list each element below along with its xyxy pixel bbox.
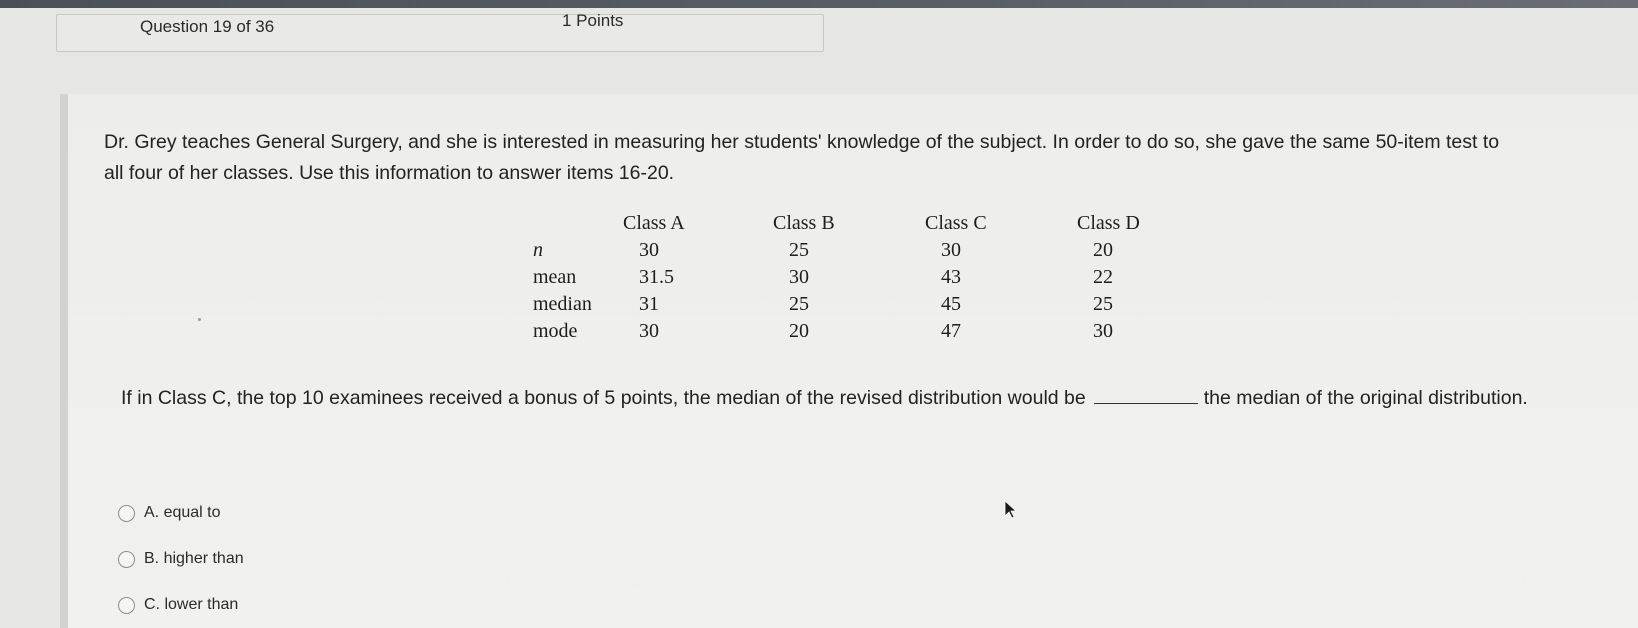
- choice-a[interactable]: A. equal to: [118, 490, 244, 536]
- cell-mean-class-b: 30: [789, 266, 809, 288]
- window-top-strip: [0, 0, 1638, 8]
- cell-mode-class-d: 30: [1093, 320, 1113, 342]
- question-number: Question 19 of 36: [140, 17, 275, 36]
- choice-c-label[interactable]: C. lower than: [144, 596, 238, 614]
- answer-choices: A. equal to B. higher than C. lower than: [118, 490, 244, 628]
- question-points: 1 Points: [562, 11, 624, 30]
- cell-mode-class-b: 20: [789, 320, 809, 342]
- cell-n-class-a: 30: [639, 239, 659, 261]
- column-header-class-c: Class C: [925, 212, 987, 234]
- row-label-mean: mean: [533, 266, 577, 288]
- cell-mode-class-c: 47: [941, 320, 961, 342]
- cell-n-class-d: 20: [1093, 239, 1113, 261]
- question-stem: Dr. Grey teaches General Surgery, and sh…: [104, 131, 1500, 184]
- choice-c[interactable]: C. lower than: [118, 582, 244, 628]
- column-header-class-b: Class B: [773, 212, 835, 234]
- prompt-text-before-blank: If in Class C, the top 10 examinees rece…: [121, 387, 1086, 409]
- cell-mean-class-d: 22: [1093, 266, 1113, 288]
- cell-mode-class-a: 30: [639, 320, 659, 342]
- table-row-mode: mode 30 20 47 30: [533, 318, 1203, 345]
- class-statistics-table: Class A Class B Class C Class D n 30 25 …: [533, 210, 1203, 345]
- row-label-median: median: [533, 293, 592, 315]
- choice-b[interactable]: B. higher than: [118, 536, 244, 582]
- row-label-n: n: [533, 239, 543, 261]
- radio-unselected-icon[interactable]: [118, 550, 135, 568]
- radio-unselected-icon[interactable]: [118, 596, 135, 614]
- cell-median-class-c: 45: [941, 293, 961, 315]
- table-row-mean: mean 31.5 30 43 22: [533, 264, 1203, 291]
- radio-unselected-icon[interactable]: [118, 504, 135, 522]
- table-row-n: n 30 25 30 20: [533, 237, 1203, 264]
- table-header-row: Class A Class B Class C Class D: [533, 210, 1203, 237]
- choice-a-label[interactable]: A. equal to: [144, 504, 221, 522]
- panel-left-rail: [60, 94, 68, 628]
- prompt-text-after-blank: the median of the original distribution.: [1203, 387, 1528, 409]
- screen-speck: [198, 318, 201, 321]
- table-row-median: median 31 25 45 25: [533, 291, 1203, 318]
- cell-median-class-a: 31: [639, 293, 659, 315]
- mouse-pointer-icon: [1004, 500, 1018, 519]
- cell-n-class-c: 30: [941, 239, 961, 261]
- choice-b-label[interactable]: B. higher than: [144, 550, 244, 568]
- cell-median-class-b: 25: [789, 293, 809, 315]
- question-prompt: If in Class C, the top 10 examinees rece…: [121, 383, 1541, 414]
- cell-n-class-b: 25: [789, 239, 809, 261]
- cell-median-class-d: 25: [1093, 293, 1113, 315]
- row-label-mode: mode: [533, 320, 578, 342]
- cell-mean-class-a: 31.5: [639, 266, 674, 288]
- answer-blank: [1093, 385, 1198, 404]
- table-corner-cell: [533, 210, 623, 237]
- column-header-class-a: Class A: [623, 212, 685, 234]
- column-header-class-d: Class D: [1077, 212, 1140, 234]
- cell-mean-class-c: 43: [941, 266, 961, 288]
